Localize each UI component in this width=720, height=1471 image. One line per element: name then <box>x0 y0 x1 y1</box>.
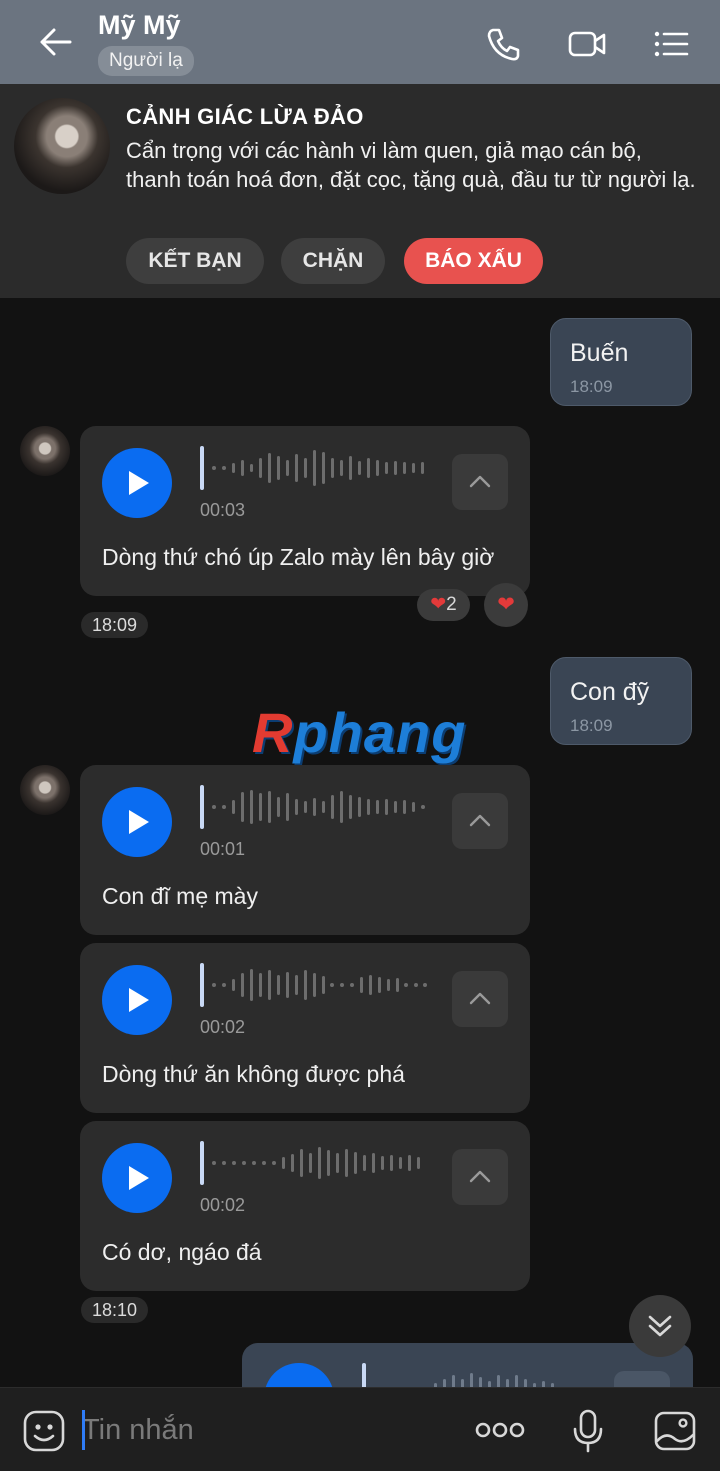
voice-duration: 00:03 <box>200 500 246 520</box>
timestamp: 18:10 <box>81 1297 149 1323</box>
voice-message[interactable]: 00:01 Con đĩ mẹ mày <box>80 765 530 935</box>
contact-name[interactable]: Mỹ Mỹ <box>98 10 181 41</box>
waveform-icon <box>200 963 427 1007</box>
chat-header: Mỹ Mỹ Người lạ <box>0 0 720 84</box>
message-time: 18:09 <box>570 716 613 735</box>
back-arrow-icon[interactable] <box>34 22 78 62</box>
voice-transcript: Dòng thứ ăn không được phá <box>102 1061 405 1087</box>
chevron-up-icon <box>469 475 491 488</box>
play-button[interactable] <box>102 787 172 857</box>
block-button[interactable]: CHẶN <box>281 238 385 284</box>
play-button[interactable] <box>102 448 172 518</box>
voice-message[interactable]: 00:03 Dòng thứ chó úp Zalo mày lên bây g… <box>80 426 530 596</box>
voice-transcript: Con đĩ mẹ mày <box>102 883 258 909</box>
report-button[interactable]: BÁO XẤU <box>404 238 543 284</box>
scroll-to-bottom-button[interactable] <box>629 1295 691 1357</box>
menu-list-icon[interactable] <box>652 24 692 64</box>
stranger-badge: Người lạ <box>98 46 194 76</box>
message-input-bar: Tin nhắn <box>0 1387 720 1471</box>
double-chevron-down-icon <box>648 1315 672 1337</box>
scam-warning-banner: CẢNH GIÁC LỪA ĐẢO Cẩn trọng với các hành… <box>0 84 720 298</box>
text-caret <box>82 1410 85 1450</box>
chevron-up-icon <box>469 814 491 827</box>
watermark-logo: Rphang <box>252 701 467 764</box>
expand-transcript-button[interactable] <box>452 1149 508 1205</box>
voice-transcript: Có dơ, ngáo đá <box>102 1239 262 1265</box>
play-icon <box>129 810 149 834</box>
reaction-summary[interactable]: ❤2 <box>417 589 470 621</box>
my-message-bubble[interactable]: Buến 18:09 <box>550 318 692 406</box>
microphone-icon[interactable] <box>570 1408 606 1454</box>
reaction-count: 2 <box>446 594 457 615</box>
heart-icon: ❤ <box>430 594 447 615</box>
voice-duration: 00:02 <box>200 1017 246 1037</box>
contact-avatar[interactable] <box>14 98 110 194</box>
voice-transcript: Dòng thứ chó úp Zalo mày lên bây giờ <box>102 544 495 570</box>
sender-avatar[interactable] <box>20 426 70 476</box>
expand-transcript-button[interactable] <box>452 793 508 849</box>
heart-icon: ❤ <box>497 593 515 616</box>
expand-transcript-button[interactable] <box>452 971 508 1027</box>
chevron-up-icon <box>469 1170 491 1183</box>
message-input-placeholder: Tin nhắn <box>82 1414 194 1446</box>
play-button[interactable] <box>102 965 172 1035</box>
warning-text: Cẩn trọng với các hành vi làm quen, giả … <box>126 138 696 192</box>
video-call-icon[interactable] <box>567 24 607 64</box>
play-icon <box>129 1166 149 1190</box>
play-button[interactable] <box>102 1143 172 1213</box>
sender-avatar[interactable] <box>20 765 70 815</box>
chevron-up-icon <box>469 992 491 1005</box>
waveform-icon <box>200 785 425 829</box>
image-gallery-icon[interactable] <box>653 1409 697 1453</box>
my-message-bubble[interactable]: Con đỹ 18:09 <box>550 657 692 745</box>
more-options-icon[interactable] <box>474 1414 526 1446</box>
message-text: Con đỹ <box>570 678 650 706</box>
add-reaction-button[interactable]: ❤ <box>484 583 528 627</box>
message-text: Buến <box>570 339 629 367</box>
waveform-icon <box>200 1141 420 1185</box>
voice-duration: 00:02 <box>200 1195 246 1215</box>
sticker-emoji-icon[interactable] <box>22 1409 66 1453</box>
message-input[interactable]: Tin nhắn <box>82 1410 462 1450</box>
warning-title: CẢNH GIÁC LỪA ĐẢO <box>126 104 364 129</box>
voice-message[interactable]: 00:02 Dòng thứ ăn không được phá <box>80 943 530 1113</box>
play-icon <box>129 471 149 495</box>
add-friend-button[interactable]: KẾT BẠN <box>126 238 264 284</box>
play-icon <box>129 988 149 1012</box>
voice-duration: 00:01 <box>200 839 246 859</box>
expand-transcript-button[interactable] <box>452 454 508 510</box>
timestamp: 18:09 <box>81 612 149 638</box>
waveform-icon <box>200 446 424 490</box>
phone-icon[interactable] <box>484 24 524 64</box>
message-time: 18:09 <box>570 377 613 396</box>
voice-message[interactable]: 00:02 Có dơ, ngáo đá <box>80 1121 530 1291</box>
